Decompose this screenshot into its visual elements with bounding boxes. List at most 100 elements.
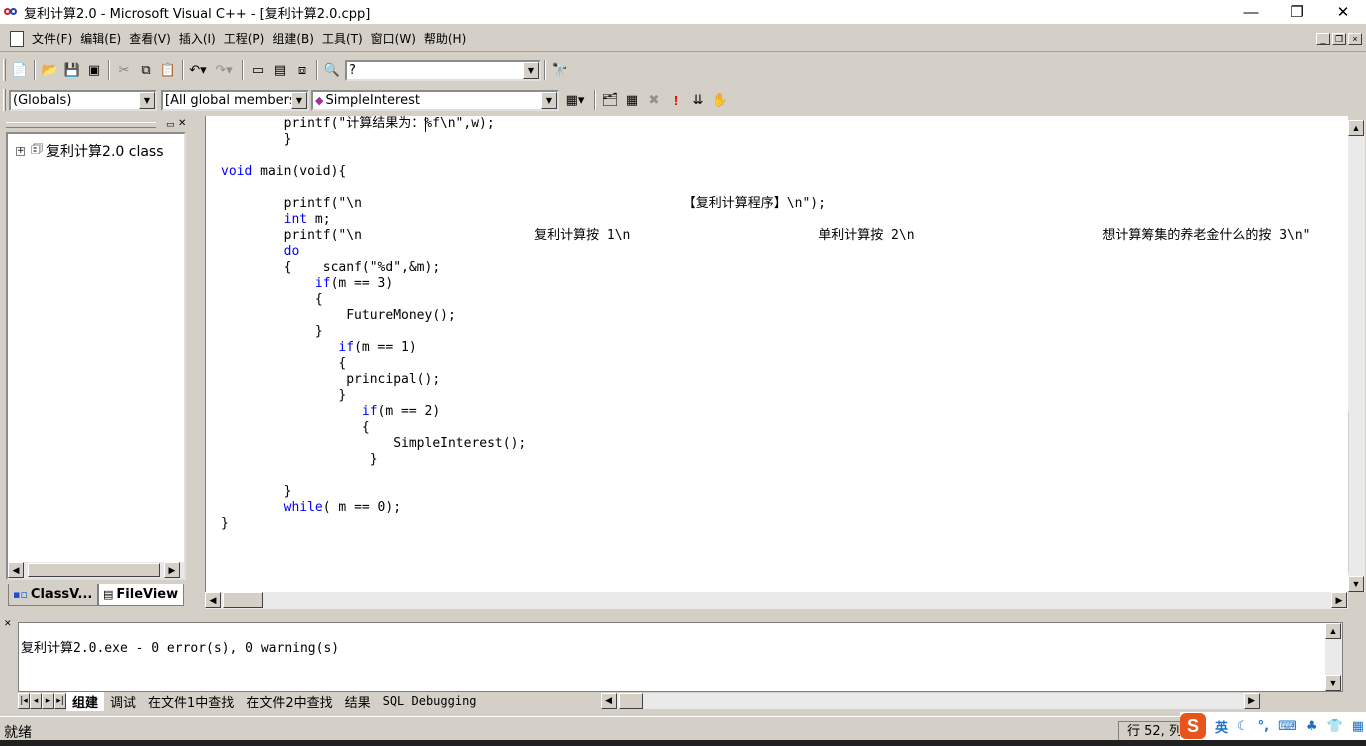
breakpoint-icon[interactable]: ✋ bbox=[709, 89, 731, 111]
scroll-left-icon[interactable]: ◀ bbox=[8, 562, 24, 578]
shirt-icon[interactable]: 👕 bbox=[1327, 719, 1343, 734]
build-icon[interactable]: ▦ bbox=[621, 89, 643, 111]
toolbar-grip[interactable] bbox=[3, 59, 6, 81]
scroll-up-icon[interactable]: ▲ bbox=[1325, 623, 1341, 639]
output-grip[interactable]: ✕ bbox=[4, 618, 14, 710]
ime-mode[interactable]: 英 bbox=[1215, 717, 1228, 736]
skin-icon[interactable]: ♣ bbox=[1306, 719, 1318, 734]
scroll-down-icon[interactable]: ▼ bbox=[1325, 675, 1341, 691]
scroll-left-icon[interactable]: ◀ bbox=[205, 592, 221, 608]
open-folder-icon[interactable]: 📂 bbox=[39, 59, 61, 81]
class-tree[interactable]: + 🗊 复利计算2.0 class ◀ ▶ bbox=[6, 132, 186, 580]
save-all-icon[interactable]: ▣ bbox=[83, 59, 105, 81]
mdi-close-button[interactable]: × bbox=[1348, 32, 1362, 45]
tab-find-in-files-2[interactable]: 在文件2中查找 bbox=[240, 692, 338, 711]
tab-build[interactable]: 组建 bbox=[66, 691, 105, 711]
scroll-down-icon[interactable]: ▼ bbox=[1348, 576, 1364, 592]
sogou-logo-icon[interactable]: S bbox=[1180, 713, 1206, 739]
tab-scroll-next-icon[interactable]: ▸ bbox=[42, 693, 54, 709]
scroll-right-icon[interactable]: ▶ bbox=[1331, 592, 1347, 608]
new-file-icon[interactable]: 📄 bbox=[9, 59, 31, 81]
output-close-icon[interactable]: ✕ bbox=[4, 618, 14, 629]
cut-icon[interactable]: ✂ bbox=[113, 59, 135, 81]
menu-file[interactable]: 文件(F) bbox=[28, 30, 76, 47]
workspace-icon[interactable]: ▭ bbox=[247, 59, 269, 81]
scroll-thumb[interactable] bbox=[28, 563, 160, 577]
menu-view[interactable]: 查看(V) bbox=[125, 30, 175, 47]
chevron-down-icon[interactable]: ▼ bbox=[139, 91, 155, 109]
toolbar-grip[interactable] bbox=[3, 89, 6, 111]
scope-combo[interactable]: (Globals) ▼ bbox=[9, 89, 157, 111]
editor-vscroll[interactable]: ▲ ▼ bbox=[1348, 120, 1365, 592]
workspace-grip[interactable] bbox=[6, 122, 156, 128]
menu-help[interactable]: 帮助(H) bbox=[420, 30, 470, 47]
code-editor[interactable]: printf("计算结果为：%f\n",w); } void main(void)… bbox=[205, 116, 1348, 592]
chevron-down-icon[interactable]: ▼ bbox=[523, 61, 539, 79]
moon-icon[interactable]: ☾ bbox=[1237, 719, 1249, 734]
menu-build[interactable]: 组建(B) bbox=[268, 30, 318, 47]
scroll-right-icon[interactable]: ▶ bbox=[164, 562, 180, 578]
paste-icon[interactable]: 📋 bbox=[157, 59, 179, 81]
scroll-thumb[interactable] bbox=[1348, 412, 1365, 572]
window-list-icon[interactable]: ⧈ bbox=[291, 59, 313, 81]
wizard-action-icon[interactable]: ▦▾ bbox=[559, 89, 591, 111]
output-window-icon[interactable]: ▤ bbox=[269, 59, 291, 81]
tree-hscroll[interactable]: ◀ ▶ bbox=[8, 562, 184, 578]
code-line: { bbox=[221, 292, 323, 308]
output-vscroll[interactable]: ▲ ▼ bbox=[1325, 623, 1342, 691]
mdi-restore-button[interactable]: ❐ bbox=[1332, 32, 1346, 45]
find-combo-value: ? bbox=[349, 62, 356, 78]
output-window[interactable]: 复利计算2.0.exe - 0 error(s), 0 warning(s) ▲… bbox=[18, 622, 1343, 692]
editor-hscroll[interactable]: ◀ ▶ bbox=[205, 592, 1348, 609]
menu-window[interactable]: 窗口(W) bbox=[367, 30, 420, 47]
find-icon[interactable]: 🔭 bbox=[549, 59, 571, 81]
close-button[interactable]: ✕ bbox=[1320, 0, 1366, 24]
find-in-files-icon[interactable]: 🔍 bbox=[321, 59, 343, 81]
menu-tools[interactable]: 工具(T) bbox=[318, 30, 367, 47]
scroll-thumb[interactable] bbox=[618, 693, 643, 709]
output-hscroll[interactable]: ◀ ▶ bbox=[600, 693, 1260, 709]
function-combo[interactable]: ◆ SimpleInterest ▼ bbox=[311, 89, 559, 111]
menu-insert[interactable]: 插入(I) bbox=[175, 30, 220, 47]
workspace-close-icon[interactable]: ✕ bbox=[178, 118, 186, 129]
tab-fileview[interactable]: ▤ FileView bbox=[98, 584, 184, 606]
save-icon[interactable]: 💾 bbox=[61, 59, 83, 81]
tab-scroll-prev-icon[interactable]: ◂ bbox=[30, 693, 42, 709]
redo-icon[interactable]: ↷▾ bbox=[209, 59, 239, 81]
expand-icon[interactable]: + bbox=[16, 146, 25, 156]
stop-build-icon[interactable]: ✖ bbox=[643, 89, 665, 111]
workspace-restore-icon[interactable]: ▭ bbox=[166, 119, 175, 130]
chevron-down-icon[interactable]: ▼ bbox=[291, 91, 307, 109]
code-line: } bbox=[221, 452, 378, 468]
tab-scroll-last-icon[interactable]: ▸| bbox=[54, 693, 66, 709]
tree-node-root[interactable]: + 🗊 复利计算2.0 class bbox=[16, 140, 164, 162]
tab-results[interactable]: 结果 bbox=[339, 692, 377, 711]
tab-classview[interactable]: ▪▫ ClassV... bbox=[8, 584, 98, 606]
members-combo[interactable]: [All global members ▼ bbox=[161, 89, 309, 111]
minimize-button[interactable]: — bbox=[1228, 0, 1274, 24]
mdi-minimize-button[interactable]: _ bbox=[1316, 32, 1330, 45]
tab-scroll-first-icon[interactable]: |◂ bbox=[18, 693, 30, 709]
tab-debug[interactable]: 调试 bbox=[104, 692, 142, 711]
tree-node-label: 复利计算2.0 class bbox=[46, 144, 164, 160]
undo-icon[interactable]: ↶▾ bbox=[187, 59, 209, 81]
keyboard-icon[interactable]: ⌨ bbox=[1278, 719, 1297, 734]
tab-find-in-files-1[interactable]: 在文件1中查找 bbox=[142, 692, 240, 711]
compile-icon[interactable]: 🗂 bbox=[599, 89, 621, 111]
scroll-up-icon[interactable]: ▲ bbox=[1348, 120, 1364, 136]
chevron-down-icon[interactable]: ▼ bbox=[541, 91, 557, 109]
restore-button[interactable]: ❐ bbox=[1274, 0, 1320, 24]
tab-sql-debugging[interactable]: SQL Debugging bbox=[377, 694, 483, 708]
punctuation-icon[interactable]: °, bbox=[1258, 719, 1269, 734]
scroll-right-icon[interactable]: ▶ bbox=[1243, 693, 1260, 709]
scroll-left-icon[interactable]: ◀ bbox=[600, 693, 617, 709]
copy-icon[interactable]: ⧉ bbox=[135, 59, 157, 81]
execute-icon[interactable]: ! bbox=[665, 89, 687, 111]
scroll-thumb[interactable] bbox=[223, 592, 263, 608]
menu-project[interactable]: 工程(P) bbox=[220, 30, 269, 47]
grid-icon[interactable]: ▦ bbox=[1352, 719, 1364, 734]
find-combo[interactable]: ? ▼ bbox=[345, 59, 541, 81]
go-icon[interactable]: ⇊ bbox=[687, 89, 709, 111]
menu-edit[interactable]: 编辑(E) bbox=[76, 30, 125, 47]
